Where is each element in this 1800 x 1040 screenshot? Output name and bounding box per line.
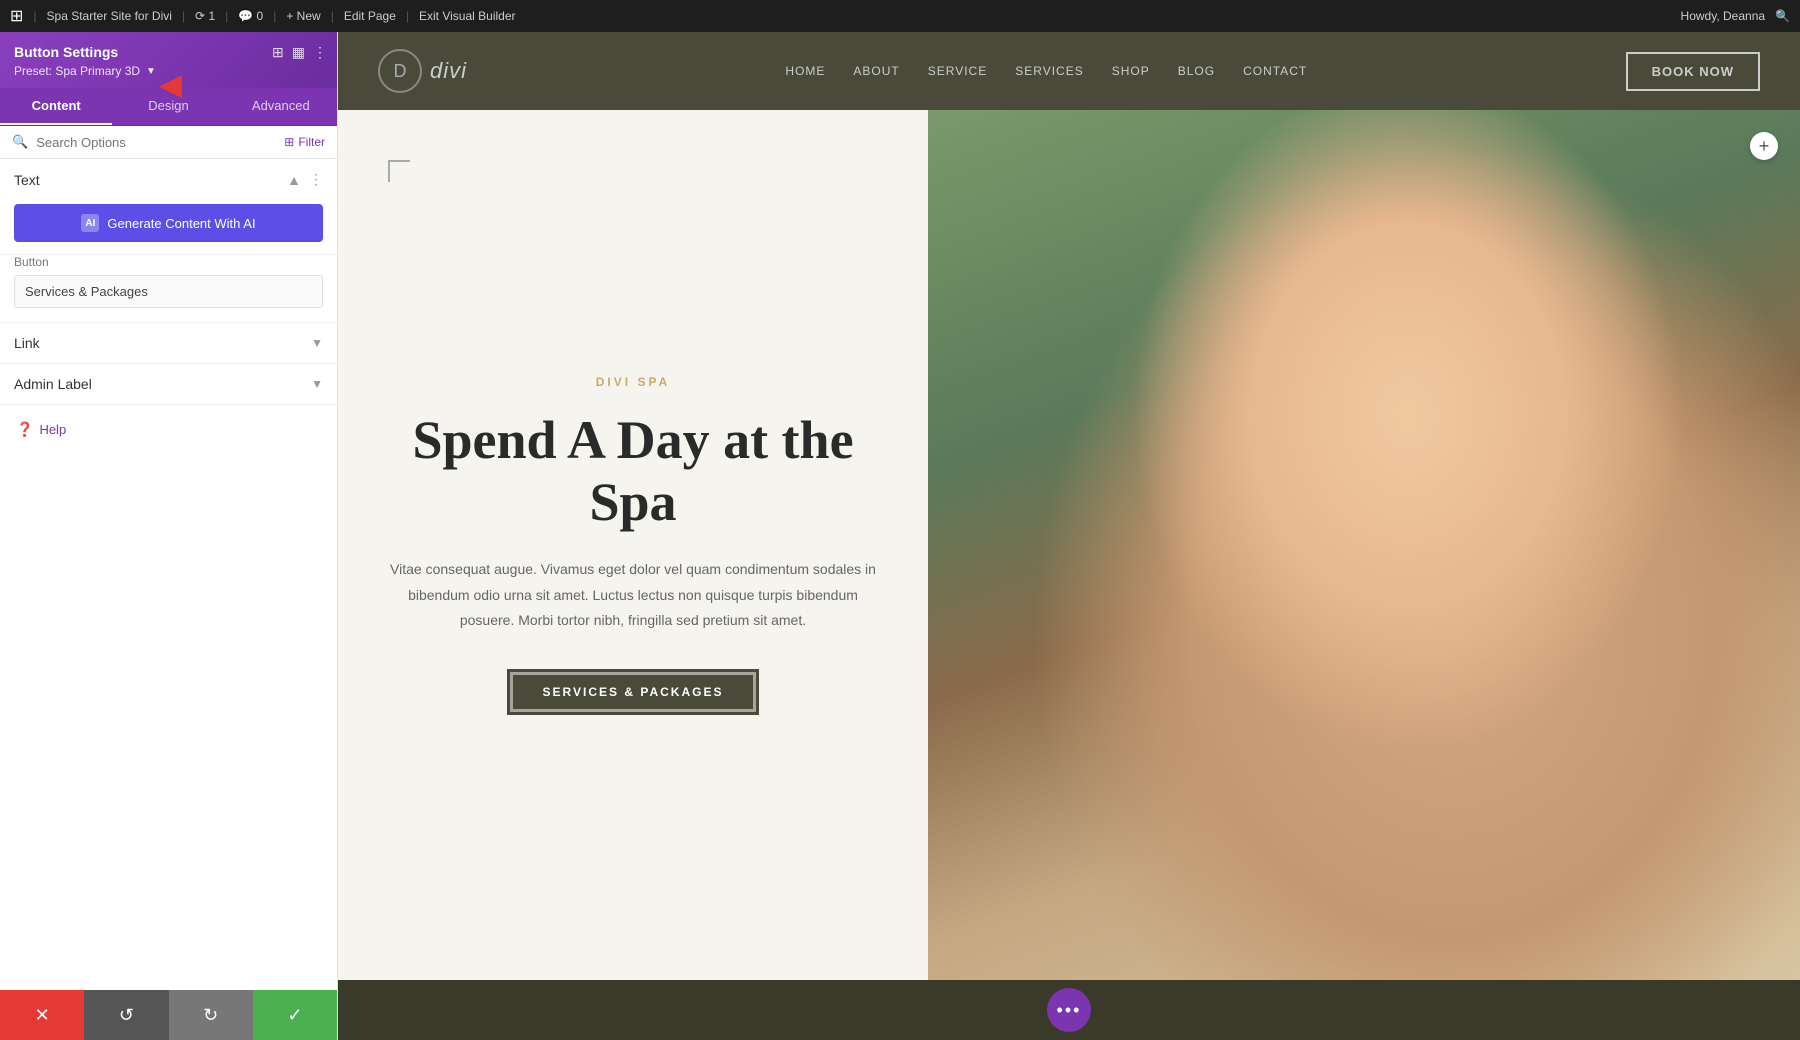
comments-link[interactable]: 💬 0	[238, 9, 263, 23]
text-section: Text ▲ ⋮ AI Generate Content With AI	[0, 159, 337, 255]
hero-section: DIVI SPA Spend A Day at the Spa Vitae co…	[338, 110, 1800, 980]
panel-icon-grid[interactable]: ⊞	[272, 44, 284, 61]
search-icon: 🔍	[12, 134, 28, 150]
admin-label-chevron-icon: ▼	[311, 377, 323, 391]
nav-services[interactable]: SERVICES	[1015, 64, 1083, 78]
wp-logo-icon[interactable]: ⊞	[10, 6, 23, 26]
tab-content[interactable]: Content	[0, 88, 112, 125]
nav-service[interactable]: SERVICE	[928, 64, 987, 78]
help-section[interactable]: ❓ Help	[0, 405, 337, 454]
button-text-input[interactable]	[14, 275, 323, 308]
hero-cta-button[interactable]: SERVICES & PACKAGES	[507, 669, 760, 715]
ai-generate-button[interactable]: AI Generate Content With AI	[14, 204, 323, 242]
redo-button[interactable]: ↻	[169, 990, 253, 1040]
admin-search-icon[interactable]: 🔍	[1775, 9, 1790, 23]
hero-content: DIVI SPA Spend A Day at the Spa Vitae co…	[388, 375, 878, 715]
hero-bracket-decoration	[388, 160, 410, 182]
hero-left: DIVI SPA Spend A Day at the Spa Vitae co…	[338, 110, 928, 980]
panel-content: Text ▲ ⋮ AI Generate Content With AI But…	[0, 159, 337, 990]
panel-icon-more[interactable]: ⋮	[313, 44, 327, 61]
main-layout: Button Settings Preset: Spa Primary 3D ▼…	[0, 32, 1800, 1040]
save-button[interactable]: ✓	[253, 990, 337, 1040]
close-button[interactable]: ✕	[0, 990, 84, 1040]
filter-icon: ⊞	[284, 135, 294, 149]
panel-tabs: Content Design Advanced	[0, 88, 337, 126]
help-icon: ❓	[16, 421, 33, 438]
edit-page-link[interactable]: Edit Page	[344, 9, 396, 23]
dots-icon: •••	[1057, 1000, 1082, 1021]
nav-home[interactable]: HOME	[785, 64, 825, 78]
nav-links: HOME ABOUT SERVICE SERVICES SHOP BLOG CO…	[785, 64, 1307, 78]
nav-contact[interactable]: CONTACT	[1243, 64, 1307, 78]
update-count[interactable]: ⟳ 1	[195, 9, 215, 23]
search-input[interactable]	[36, 135, 276, 150]
logo-text: divi	[430, 58, 467, 84]
section-menu-icon[interactable]: ⋮	[309, 171, 323, 188]
button-field-label: Button	[14, 255, 323, 269]
site-name[interactable]: Spa Starter Site for Divi	[47, 9, 172, 23]
link-section-title: Link	[14, 335, 40, 351]
link-section: Link ▼	[0, 323, 337, 364]
filter-button[interactable]: ⊞ Filter	[284, 135, 325, 149]
admin-label-header[interactable]: Admin Label ▼	[0, 364, 337, 404]
link-section-header[interactable]: Link ▼	[0, 323, 337, 363]
undo-button[interactable]: ↺	[84, 990, 168, 1040]
button-section: Button	[0, 255, 337, 323]
panel-search-area: 🔍 ⊞ Filter	[0, 126, 337, 159]
link-chevron-icon: ▼	[311, 336, 323, 350]
site-logo: D divi	[378, 49, 467, 93]
text-section-header[interactable]: Text ▲ ⋮	[0, 159, 337, 200]
site-nav: D divi HOME ABOUT SERVICE SERVICES SHOP …	[338, 32, 1800, 110]
page-bottom-bar: •••	[338, 980, 1800, 1040]
preset-dropdown-icon: ▼	[146, 66, 156, 77]
admin-label-title: Admin Label	[14, 376, 92, 392]
panel-preset[interactable]: Preset: Spa Primary 3D ▼	[14, 64, 323, 78]
tab-advanced[interactable]: Advanced	[225, 88, 337, 125]
add-element-button[interactable]: +	[1750, 132, 1778, 160]
collapse-icon[interactable]: ▲	[287, 172, 301, 188]
exit-visual-builder-link[interactable]: Exit Visual Builder	[419, 9, 516, 23]
howdy-text: Howdy, Deanna	[1681, 9, 1766, 23]
new-button[interactable]: + New	[286, 9, 320, 23]
tab-design[interactable]: Design	[112, 88, 224, 125]
hero-image	[928, 110, 1800, 980]
book-now-button[interactable]: BOOK NOW	[1626, 52, 1760, 91]
nav-shop[interactable]: SHOP	[1112, 64, 1150, 78]
panel-header-icons: ⊞ ▦ ⋮	[272, 44, 327, 61]
page-options-button[interactable]: •••	[1047, 988, 1091, 1032]
left-panel: Button Settings Preset: Spa Primary 3D ▼…	[0, 32, 338, 1040]
hero-tag: DIVI SPA	[388, 375, 878, 389]
bottom-bar: ✕ ↺ ↻ ✓	[0, 990, 337, 1040]
nav-about[interactable]: ABOUT	[853, 64, 899, 78]
hero-description: Vitae consequat augue. Vivamus eget dolo…	[388, 557, 878, 633]
hero-title: Spend A Day at the Spa	[388, 409, 878, 533]
text-section-title: Text	[14, 172, 40, 188]
hero-right: +	[928, 110, 1800, 980]
panel-icon-columns[interactable]: ▦	[292, 44, 305, 61]
logo-circle-icon: D	[378, 49, 422, 93]
admin-bar: ⊞ | Spa Starter Site for Divi | ⟳ 1 | 💬 …	[0, 0, 1800, 32]
nav-blog[interactable]: BLOG	[1178, 64, 1215, 78]
ai-icon: AI	[81, 214, 99, 232]
admin-label-section: Admin Label ▼	[0, 364, 337, 405]
panel-header: Button Settings Preset: Spa Primary 3D ▼…	[0, 32, 337, 88]
page-area: D divi HOME ABOUT SERVICE SERVICES SHOP …	[338, 32, 1800, 1040]
